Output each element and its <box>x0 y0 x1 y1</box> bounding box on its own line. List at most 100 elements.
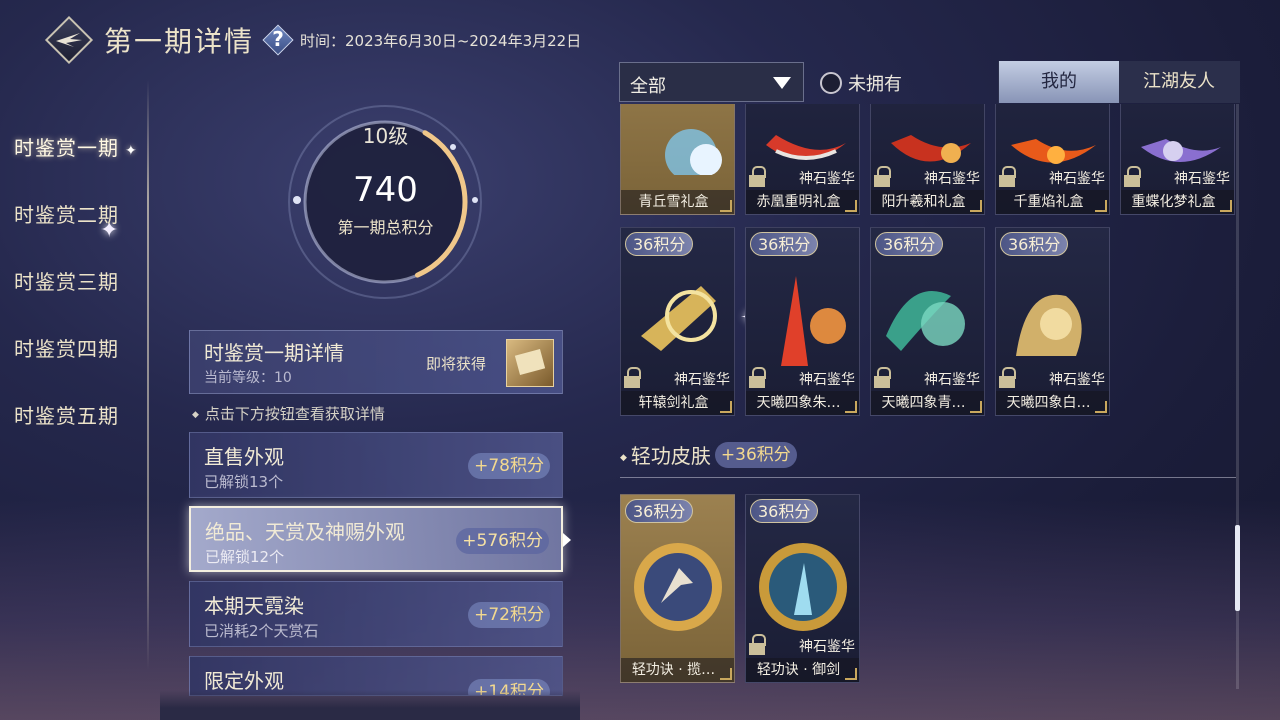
corner-mark <box>720 401 732 413</box>
category-name: 绝品、天赏及神赐外观 <box>205 520 405 544</box>
item-name: 青丘雪礼盒 <box>621 190 734 214</box>
nav-divider <box>147 80 149 670</box>
lock-icon <box>749 634 766 656</box>
header: 第一期详情 ? 时间：2023年6月30日~2024年3月22日 <box>44 14 581 66</box>
tab-friends[interactable]: 江湖友人 <box>1119 61 1239 103</box>
help-button[interactable]: ? <box>262 24 294 56</box>
section-points: +36积分 <box>714 441 797 468</box>
filter-dropdown[interactable]: 全部 <box>619 62 804 102</box>
item-art <box>766 135 846 160</box>
tab-mine[interactable]: 我的 <box>999 61 1119 103</box>
back-button[interactable] <box>44 15 94 65</box>
lock-icon <box>874 166 891 188</box>
back-arrow-icon <box>56 33 82 47</box>
item-name: 轻功诀 · 御剑 <box>746 658 859 682</box>
category-points: +78积分 <box>468 453 550 479</box>
item-name: 天曦四象白… <box>996 391 1109 415</box>
scrollbar-thumb[interactable] <box>1235 525 1240 611</box>
lock-icon <box>624 367 641 389</box>
lock-icon <box>1124 166 1141 188</box>
item-points-badge: 36积分 <box>750 232 819 256</box>
nav-item-period-2[interactable]: 时鉴赏二期 <box>14 199 119 228</box>
nav-item-period-1[interactable]: 时鉴赏一期 <box>14 132 138 161</box>
nav-item-period-5[interactable]: 时鉴赏五期 <box>14 400 119 429</box>
selected-arrow-icon <box>563 533 571 547</box>
unowned-label: 未拥有 <box>848 74 902 95</box>
section-header: 轻功皮肤 +36积分 <box>620 440 797 469</box>
hint-text: 点击下方按钮查看获取详情 <box>192 403 385 424</box>
item-name: 天曦四象青… <box>871 391 984 415</box>
nav-item-period-4[interactable]: 时鉴赏四期 <box>14 333 119 362</box>
current-level: 当前等级：10 <box>204 370 292 386</box>
category-dye[interactable]: 本期天霓染 已消耗2个天赏石 +72积分 <box>189 581 563 647</box>
item-card[interactable]: 神石鉴华 赤凰重明礼盒 <box>745 104 860 215</box>
lock-icon <box>749 367 766 389</box>
period-detail-card[interactable]: 时鉴赏一期详情 当前等级：10 即将获得 <box>189 330 563 394</box>
item-art <box>1011 139 1096 164</box>
nav-item-period-3[interactable]: 时鉴赏三期 <box>14 266 119 295</box>
item-card[interactable]: 36积分 轻功诀 · 揽… <box>620 494 735 683</box>
item-art <box>1141 139 1221 162</box>
item-card[interactable]: 36积分 神石鉴华 天曦四象青… <box>870 227 985 416</box>
list-fade <box>160 690 580 720</box>
item-source: 神石鉴华 <box>1174 171 1230 187</box>
item-points-badge: 36积分 <box>750 499 819 523</box>
corner-mark <box>1095 401 1107 413</box>
detail-title: 时鉴赏一期详情 <box>204 341 344 365</box>
item-source: 神石鉴华 <box>799 639 855 655</box>
item-card[interactable]: 36积分 神石鉴华 天曦四象白… <box>995 227 1110 416</box>
page-title: 第一期详情 <box>104 25 255 58</box>
item-card[interactable]: 36积分 神石鉴华 轩辕剑礼盒 <box>620 227 735 416</box>
item-card[interactable]: 青丘雪礼盒 <box>620 104 735 215</box>
category-name: 本期天霓染 <box>204 594 304 618</box>
item-art <box>781 276 846 366</box>
item-points-badge: 36积分 <box>625 499 694 523</box>
score-label: 第一期总积分 <box>337 218 434 237</box>
filter-value: 全部 <box>630 76 666 97</box>
radio-icon <box>820 72 842 94</box>
category-sub: 已解锁12个 <box>205 548 285 566</box>
item-source: 神石鉴华 <box>924 171 980 187</box>
lock-icon <box>999 166 1016 188</box>
item-name: 轩辕剑礼盒 <box>621 391 734 415</box>
upcoming-reward-thumbnail[interactable] <box>506 339 554 387</box>
item-art <box>641 286 717 351</box>
caret-down-icon <box>773 77 791 89</box>
item-points-badge: 36积分 <box>625 232 694 256</box>
category-sub: 已消耗2个天赏石 <box>204 622 319 640</box>
corner-mark <box>1220 200 1232 212</box>
item-name: 轻功诀 · 揽… <box>621 658 734 682</box>
item-name: 赤凰重明礼盒 <box>746 190 859 214</box>
corner-mark <box>970 200 982 212</box>
corner-mark <box>1095 200 1107 212</box>
item-card[interactable]: 神石鉴华 千重焰礼盒 <box>995 104 1110 215</box>
item-art <box>634 543 722 631</box>
item-points-badge: 36积分 <box>1000 232 1069 256</box>
item-points-badge: 36积分 <box>875 232 944 256</box>
item-source: 神石鉴华 <box>1049 171 1105 187</box>
item-card[interactable]: 36积分 神石鉴华 轻功诀 · 御剑 <box>745 494 860 683</box>
item-art <box>886 291 965 351</box>
level-text: 10级 <box>362 124 409 148</box>
lock-icon <box>874 367 891 389</box>
item-source: 神石鉴华 <box>1049 372 1105 388</box>
item-source: 神石鉴华 <box>924 372 980 388</box>
category-points: +576积分 <box>456 528 549 554</box>
item-card[interactable]: 36积分 神石鉴华 天曦四象朱… <box>745 227 860 416</box>
item-grid: 青丘雪礼盒 神石鉴华 赤凰重明礼盒 神石鉴华 阳升羲和礼盒 神石鉴华 千重焰礼盒 <box>615 104 1245 689</box>
section-title: 轻功皮肤 <box>620 440 711 469</box>
corner-mark <box>720 668 732 680</box>
unowned-toggle[interactable]: 未拥有 <box>820 70 902 96</box>
category-direct-sale[interactable]: 直售外观 已解锁13个 +78积分 <box>189 432 563 498</box>
section-divider <box>620 477 1236 478</box>
lock-icon <box>999 367 1016 389</box>
category-name: 直售外观 <box>204 445 284 469</box>
item-name: 重蝶化梦礼盒 <box>1121 190 1234 214</box>
item-card[interactable]: 神石鉴华 阳升羲和礼盒 <box>870 104 985 215</box>
category-points: +72积分 <box>468 602 550 628</box>
corner-mark <box>845 200 857 212</box>
item-source: 神石鉴华 <box>674 372 730 388</box>
item-card[interactable]: 神石鉴华 重蝶化梦礼盒 <box>1120 104 1235 215</box>
category-premium[interactable]: 绝品、天赏及神赐外观 已解锁12个 +576积分 <box>189 506 563 572</box>
item-name: 千重焰礼盒 <box>996 190 1109 214</box>
